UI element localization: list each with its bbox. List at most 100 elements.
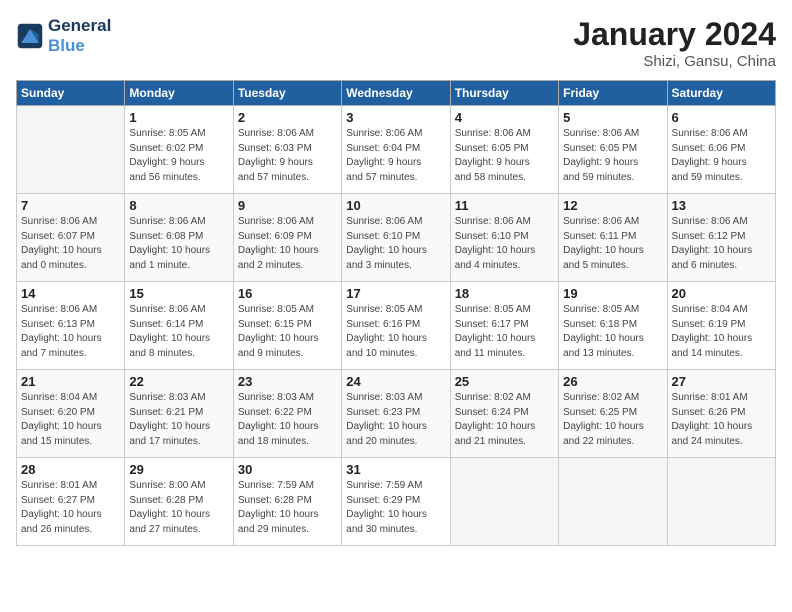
calendar-cell: 9 Sunrise: 8:06 AMSunset: 6:09 PMDaylight… — [233, 194, 341, 282]
calendar-cell: 16 Sunrise: 8:05 AMSunset: 6:15 PMDayligh… — [233, 282, 341, 370]
day-info: Sunrise: 8:05 AMSunset: 6:18 PMDaylight:… — [563, 303, 662, 361]
day-number: 15 — [129, 286, 228, 301]
day-number: 7 — [21, 198, 120, 213]
day-info: Sunrise: 8:03 AMSunset: 6:22 PMDaylight:… — [238, 391, 337, 449]
day-number: 22 — [129, 374, 228, 389]
day-number: 25 — [455, 374, 554, 389]
day-info: Sunrise: 8:06 AMSunset: 6:06 PMDaylight:… — [672, 127, 771, 185]
calendar-cell: 27 Sunrise: 8:01 AMSunset: 6:26 PMDayligh… — [667, 370, 775, 458]
calendar-cell: 6 Sunrise: 8:06 AMSunset: 6:06 PMDaylight… — [667, 106, 775, 194]
day-number: 26 — [563, 374, 662, 389]
day-info: Sunrise: 8:05 AMSunset: 6:17 PMDaylight:… — [455, 303, 554, 361]
day-number: 6 — [672, 110, 771, 125]
logo-text: General Blue — [48, 16, 111, 56]
day-info: Sunrise: 8:03 AMSunset: 6:21 PMDaylight:… — [129, 391, 228, 449]
calendar-cell: 13Sunrise: 8:06 AMSunset: 6:12 PMDayligh… — [667, 194, 775, 282]
calendar-cell: 4 Sunrise: 8:06 AMSunset: 6:05 PMDaylight… — [450, 106, 558, 194]
day-info: Sunrise: 8:06 AMSunset: 6:05 PMDaylight:… — [455, 127, 554, 185]
calendar-cell — [450, 458, 558, 546]
day-info: Sunrise: 8:06 AMSunset: 6:13 PMDaylight:… — [21, 303, 120, 361]
calendar-cell: 25 Sunrise: 8:02 AMSunset: 6:24 PMDayligh… — [450, 370, 558, 458]
calendar-cell: 11 Sunrise: 8:06 AMSunset: 6:10 PMDayligh… — [450, 194, 558, 282]
calendar-cell: 31Sunrise: 7:59 AMSunset: 6:29 PMDayligh… — [342, 458, 450, 546]
calendar-cell: 28 Sunrise: 8:01 AMSunset: 6:27 PMDayligh… — [17, 458, 125, 546]
day-number: 9 — [238, 198, 337, 213]
day-number: 12 — [563, 198, 662, 213]
day-info: Sunrise: 8:04 AMSunset: 6:19 PMDaylight:… — [672, 303, 771, 361]
day-info: Sunrise: 7:59 AMSunset: 6:28 PMDaylight:… — [238, 479, 337, 537]
calendar-cell: 30Sunrise: 7:59 AMSunset: 6:28 PMDayligh… — [233, 458, 341, 546]
page-header: General Blue January 2024 Shizi, Gansu, … — [16, 16, 776, 70]
day-info: Sunrise: 8:02 AMSunset: 6:24 PMDaylight:… — [455, 391, 554, 449]
day-number: 16 — [238, 286, 337, 301]
calendar-cell: 15 Sunrise: 8:06 AMSunset: 6:14 PMDayligh… — [125, 282, 233, 370]
calendar-cell: 26 Sunrise: 8:02 AMSunset: 6:25 PMDayligh… — [559, 370, 667, 458]
day-info: Sunrise: 8:01 AMSunset: 6:27 PMDaylight:… — [21, 479, 120, 537]
day-info: Sunrise: 8:01 AMSunset: 6:26 PMDaylight:… — [672, 391, 771, 449]
weekday-header: Saturday — [667, 81, 775, 106]
day-number: 10 — [346, 198, 445, 213]
weekday-header: Wednesday — [342, 81, 450, 106]
day-number: 2 — [238, 110, 337, 125]
day-info: Sunrise: 8:06 AMSunset: 6:08 PMDaylight:… — [129, 215, 228, 273]
calendar-cell: 3 Sunrise: 8:06 AMSunset: 6:04 PMDaylight… — [342, 106, 450, 194]
calendar-cell: 14 Sunrise: 8:06 AMSunset: 6:13 PMDayligh… — [17, 282, 125, 370]
day-info: Sunrise: 8:00 AMSunset: 6:28 PMDaylight:… — [129, 479, 228, 537]
day-number: 4 — [455, 110, 554, 125]
logo: General Blue — [16, 16, 111, 56]
day-number: 19 — [563, 286, 662, 301]
day-info: Sunrise: 8:06 AMSunset: 6:14 PMDaylight:… — [129, 303, 228, 361]
calendar-cell: 18 Sunrise: 8:05 AMSunset: 6:17 PMDayligh… — [450, 282, 558, 370]
day-number: 31 — [346, 462, 445, 477]
day-info: Sunrise: 8:06 AMSunset: 6:04 PMDaylight:… — [346, 127, 445, 185]
day-number: 17 — [346, 286, 445, 301]
weekday-header: Thursday — [450, 81, 558, 106]
month-title: January 2024 — [573, 16, 776, 53]
day-info: Sunrise: 8:06 AMSunset: 6:07 PMDaylight:… — [21, 215, 120, 273]
day-info: Sunrise: 8:06 AMSunset: 6:05 PMDaylight:… — [563, 127, 662, 185]
calendar-cell — [559, 458, 667, 546]
calendar-cell: 29 Sunrise: 8:00 AMSunset: 6:28 PMDayligh… — [125, 458, 233, 546]
calendar-cell: 12Sunrise: 8:06 AMSunset: 6:11 PMDayligh… — [559, 194, 667, 282]
calendar-cell: 24 Sunrise: 8:03 AMSunset: 6:23 PMDayligh… — [342, 370, 450, 458]
day-number: 5 — [563, 110, 662, 125]
day-number: 11 — [455, 198, 554, 213]
day-number: 13 — [672, 198, 771, 213]
day-number: 28 — [21, 462, 120, 477]
day-number: 3 — [346, 110, 445, 125]
day-info: Sunrise: 8:06 AMSunset: 6:03 PMDaylight:… — [238, 127, 337, 185]
calendar-cell: 21Sunrise: 8:04 AMSunset: 6:20 PMDayligh… — [17, 370, 125, 458]
day-number: 27 — [672, 374, 771, 389]
logo-icon — [16, 22, 44, 50]
day-number: 23 — [238, 374, 337, 389]
calendar-cell: 7 Sunrise: 8:06 AMSunset: 6:07 PMDaylight… — [17, 194, 125, 282]
day-number: 14 — [21, 286, 120, 301]
day-number: 29 — [129, 462, 228, 477]
day-number: 20 — [672, 286, 771, 301]
day-number: 21 — [21, 374, 120, 389]
calendar-cell: 23 Sunrise: 8:03 AMSunset: 6:22 PMDayligh… — [233, 370, 341, 458]
calendar-cell: 1Sunrise: 8:05 AMSunset: 6:02 PMDaylight… — [125, 106, 233, 194]
day-info: Sunrise: 8:05 AMSunset: 6:15 PMDaylight:… — [238, 303, 337, 361]
day-info: Sunrise: 8:05 AMSunset: 6:16 PMDaylight:… — [346, 303, 445, 361]
day-info: Sunrise: 8:06 AMSunset: 6:10 PMDaylight:… — [346, 215, 445, 273]
calendar-cell: 10 Sunrise: 8:06 AMSunset: 6:10 PMDayligh… — [342, 194, 450, 282]
weekday-header: Friday — [559, 81, 667, 106]
weekday-header: Tuesday — [233, 81, 341, 106]
calendar-cell: 17 Sunrise: 8:05 AMSunset: 6:16 PMDayligh… — [342, 282, 450, 370]
calendar-cell: 19 Sunrise: 8:05 AMSunset: 6:18 PMDayligh… — [559, 282, 667, 370]
day-number: 24 — [346, 374, 445, 389]
day-number: 18 — [455, 286, 554, 301]
calendar-cell: 22 Sunrise: 8:03 AMSunset: 6:21 PMDayligh… — [125, 370, 233, 458]
calendar-cell: 20 Sunrise: 8:04 AMSunset: 6:19 PMDayligh… — [667, 282, 775, 370]
calendar-table: SundayMondayTuesdayWednesdayThursdayFrid… — [16, 80, 776, 546]
day-number: 1 — [129, 110, 228, 125]
day-info: Sunrise: 8:03 AMSunset: 6:23 PMDaylight:… — [346, 391, 445, 449]
title-block: January 2024 Shizi, Gansu, China — [573, 16, 776, 70]
day-info: Sunrise: 8:06 AMSunset: 6:10 PMDaylight:… — [455, 215, 554, 273]
day-info: Sunrise: 8:02 AMSunset: 6:25 PMDaylight:… — [563, 391, 662, 449]
day-info: Sunrise: 8:06 AMSunset: 6:09 PMDaylight:… — [238, 215, 337, 273]
calendar-cell: 5 Sunrise: 8:06 AMSunset: 6:05 PMDaylight… — [559, 106, 667, 194]
calendar-cell — [17, 106, 125, 194]
weekday-header: Monday — [125, 81, 233, 106]
